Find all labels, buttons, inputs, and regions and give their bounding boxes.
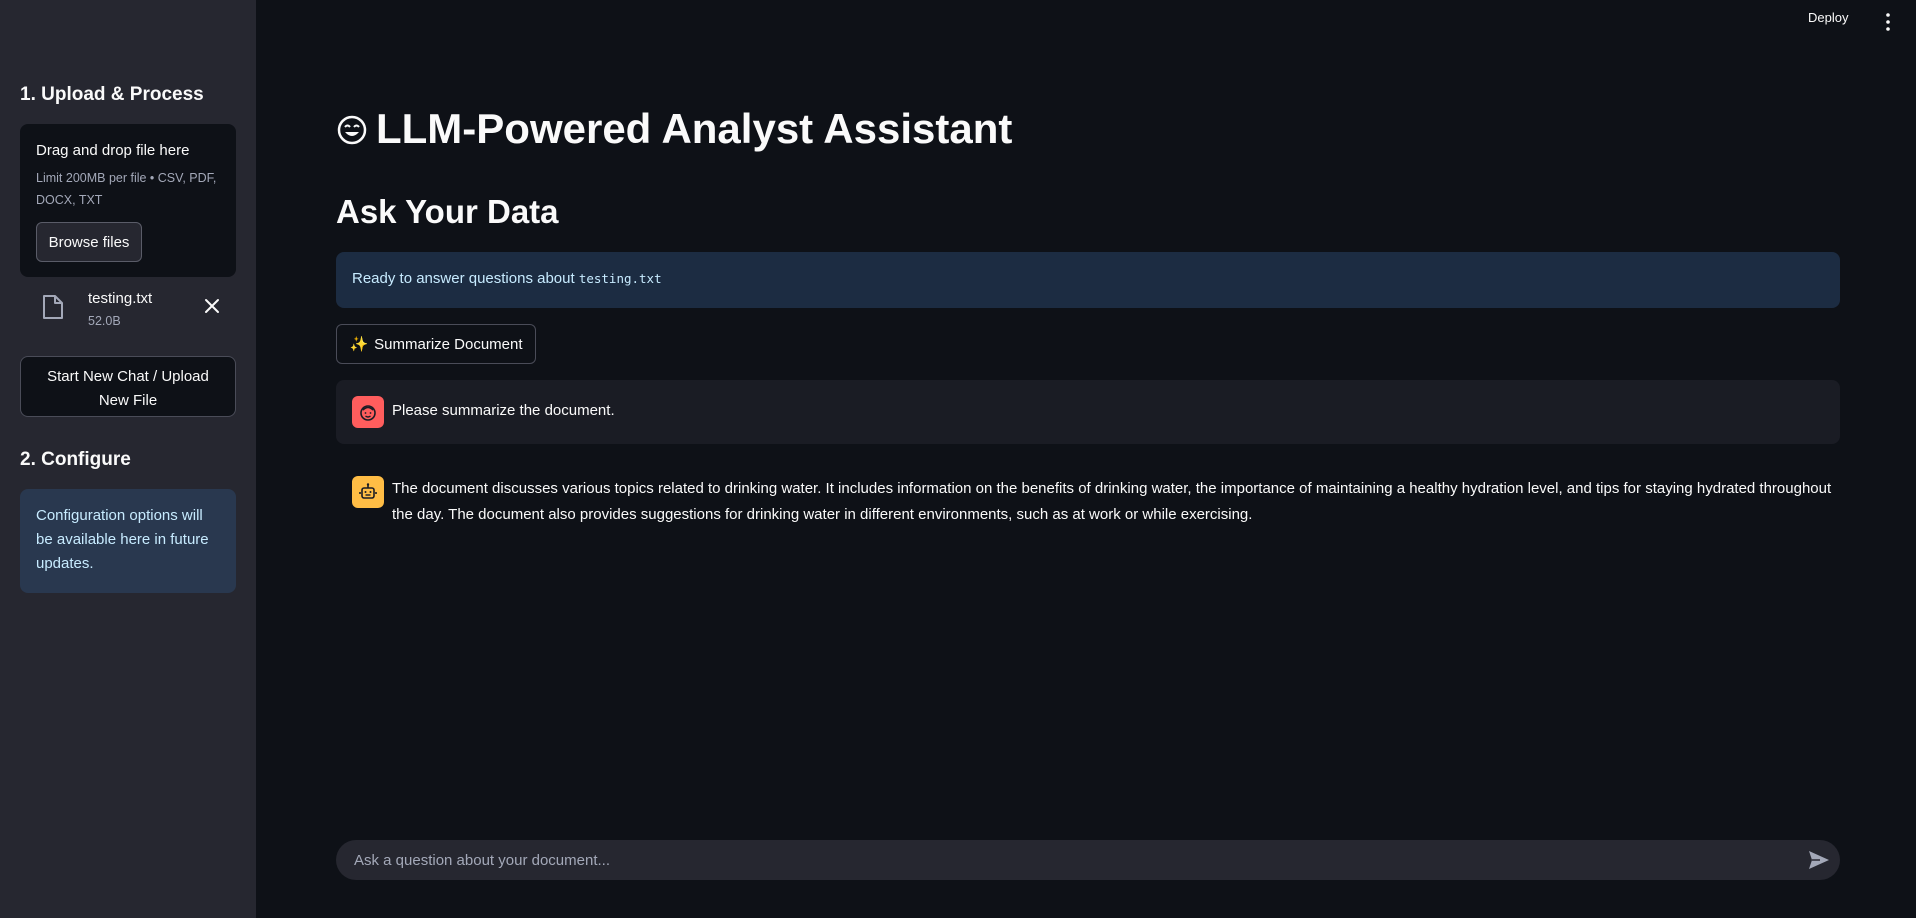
smiling-face-icon (337, 115, 367, 145)
page-title-text: LLM-Powered Analyst Assistant (376, 105, 1013, 152)
ready-text: Ready to answer questions about (352, 270, 579, 287)
chat-input[interactable] (336, 840, 1776, 880)
uploaded-file-size: 52.0B (88, 314, 121, 328)
file-uploader-dropzone[interactable]: Drag and drop file here Limit 200MB per … (20, 124, 236, 277)
uploaded-file-item: testing.txt 52.0B (20, 288, 236, 332)
vertical-dots-icon[interactable] (1884, 12, 1892, 32)
user-face-icon (352, 396, 384, 428)
sidebar: 1. Upload & Process Drag and drop file h… (0, 0, 256, 918)
section-heading: Ask Your Data (336, 193, 559, 230)
upload-limit-text: Limit 200MB per file • CSV, PDF, DOCX, T… (36, 171, 217, 207)
summarize-label: Summarize Document (374, 335, 523, 353)
configure-info-box: Configuration options will be available … (20, 489, 236, 593)
sparkles-icon: ✨ (349, 336, 369, 353)
close-icon[interactable] (202, 296, 222, 316)
upload-heading: 1. Upload & Process (20, 84, 204, 105)
send-icon[interactable] (1808, 850, 1830, 870)
chat-message-text: Please summarize the document. (392, 402, 615, 419)
summarize-document-button[interactable]: ✨ Summarize Document (336, 324, 536, 364)
chat-message-text: The document discusses various topics re… (392, 480, 1832, 523)
page-title: LLM-Powered Analyst Assistant (336, 105, 1012, 153)
ready-file-name: testing.txt (578, 271, 662, 286)
deploy-button[interactable]: Deploy (1808, 10, 1848, 25)
new-chat-upload-button[interactable]: Start New Chat / Upload New File (20, 356, 236, 417)
configure-heading: 2. Configure (20, 449, 131, 470)
chat-message-assistant: The document discusses various topics re… (336, 460, 1840, 540)
browse-files-button[interactable]: Browse files (36, 222, 142, 262)
chat-message-user: Please summarize the document. (336, 380, 1840, 444)
file-icon (43, 295, 63, 319)
uploaded-file-name: testing.txt (88, 290, 153, 307)
dropzone-title: Drag and drop file here (36, 142, 190, 159)
robot-icon (352, 476, 384, 508)
app-root: 1. Upload & Process Drag and drop file h… (0, 0, 1916, 918)
ready-info-box: Ready to answer questions about testing.… (336, 252, 1840, 308)
chat-input-bar (336, 840, 1840, 880)
